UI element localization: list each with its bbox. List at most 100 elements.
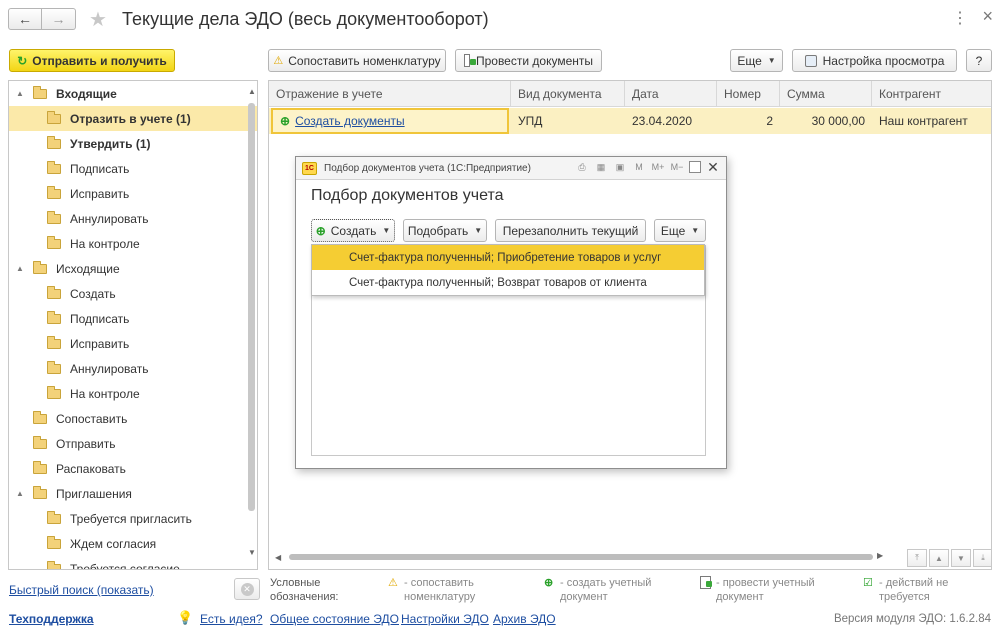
create-button[interactable]: ⊕ Создать ▼ (311, 219, 395, 242)
view-settings-button[interactable]: Настройка просмотра (792, 49, 957, 72)
pick-button[interactable]: Подобрать ▼ (403, 219, 487, 242)
scroll-left-icon[interactable]: ◀ (275, 553, 281, 562)
add-circle-icon: ⊕ (280, 114, 291, 128)
refill-current-button[interactable]: Перезаполнить текущий (495, 219, 646, 242)
column-header[interactable]: Сумма (780, 81, 872, 107)
folder-icon (33, 485, 47, 499)
favorite-star-icon[interactable]: ★ (89, 7, 107, 32)
match-nomenclature-button[interactable]: ⚠ Сопоставить номенклатуру (268, 49, 446, 72)
sidebar-item[interactable]: Сопоставить (9, 406, 257, 431)
support-link[interactable]: Техподдержка (9, 612, 94, 626)
sidebar-item[interactable]: ▲ Исходящие (9, 256, 257, 281)
scroll-down-icon[interactable]: ▼ (248, 548, 256, 557)
settings-icon (804, 54, 817, 67)
memory-icon[interactable]: M (632, 160, 646, 174)
go-up-icon[interactable]: ▲ (929, 549, 949, 567)
legend-item-match: ⚠ - сопоставить номенклатуру (388, 577, 476, 603)
collapse-icon[interactable]: ▲ (13, 264, 27, 273)
folder-icon (33, 460, 47, 474)
quick-search-link[interactable]: Быстрый поиск (показать) (9, 583, 154, 597)
send-receive-button[interactable]: ↻ Отправить и получить (9, 49, 175, 72)
sidebar-item[interactable]: Аннулировать (9, 206, 257, 231)
menu-item-invoice-purchase[interactable]: Счет-фактура полученный; Приобретение то… (312, 245, 704, 270)
post-documents-button[interactable]: Провести документы (455, 49, 602, 72)
sidebar-item-label: Требуется пригласить (70, 511, 192, 526)
sidebar-item[interactable]: Ждем согласия (9, 531, 257, 556)
sidebar-item[interactable]: Аннулировать (9, 356, 257, 381)
folder-icon (47, 285, 61, 299)
module-version: Версия модуля ЭДО: 1.6.2.84 (833, 613, 991, 625)
help-button[interactable]: ? (966, 49, 992, 72)
sidebar-item[interactable]: Исправить (9, 331, 257, 356)
sidebar-item[interactable]: Отразить в учете (1) (9, 106, 257, 131)
cell-action[interactable]: ⊕ Создать документы (271, 108, 509, 134)
clear-search-button[interactable]: ✕ (234, 578, 260, 600)
column-header[interactable]: Вид документа (511, 81, 625, 107)
scroll-up-icon[interactable]: ▲ (248, 87, 256, 96)
back-button[interactable]: ← (8, 8, 42, 30)
legend-item-post: - провести учетный документ (700, 576, 815, 604)
edo-settings-link[interactable]: Настройки ЭДО (401, 612, 489, 626)
cell-doc-type: УПД (518, 114, 543, 128)
maximize-icon[interactable] (689, 161, 701, 173)
sidebar-tree: ▲ Входящие Отразить в учете (1) Утвердить (… (8, 80, 258, 570)
dialog-close-icon[interactable]: ✕ (706, 159, 720, 175)
post-document-icon (464, 54, 476, 67)
memory-minus-icon[interactable]: M− (670, 160, 684, 174)
sidebar-item[interactable]: Подписать (9, 306, 257, 331)
table-hscrollbar[interactable]: ◀ (275, 553, 875, 562)
window-close-icon[interactable]: × (982, 6, 993, 27)
sidebar-item[interactable]: ▲ Приглашения (9, 481, 257, 506)
checked-document-icon: ☑ (863, 577, 873, 589)
sidebar-item-label: Требуется согласие (70, 561, 180, 570)
sidebar-scroll-thumb[interactable] (248, 103, 255, 511)
sidebar-item[interactable]: Подписать (9, 156, 257, 181)
scroll-right-icon[interactable]: ▶ (877, 551, 883, 560)
table-row[interactable]: ⊕ Создать документы УПД 23.04.2020 2 30 … (269, 108, 991, 134)
folder-icon (47, 210, 61, 224)
sidebar-item-label: Подписать (70, 311, 130, 326)
cell-date: 23.04.2020 (632, 114, 693, 128)
more-button[interactable]: Еще ▼ (730, 49, 783, 72)
go-down-icon[interactable]: ▼ (951, 549, 971, 567)
calendar-icon[interactable]: ▣ (613, 160, 627, 174)
sidebar-item[interactable]: На контроле (9, 231, 257, 256)
calculator-icon[interactable]: ▦ (594, 160, 608, 174)
sidebar-item-label: Отправить (56, 436, 116, 451)
sidebar-item[interactable]: На контроле (9, 381, 257, 406)
edo-archive-link[interactable]: Архив ЭДО (493, 612, 556, 626)
memory-plus-icon[interactable]: M+ (651, 160, 665, 174)
column-header[interactable]: Номер (717, 81, 780, 107)
collapse-icon[interactable]: ▲ (13, 489, 27, 498)
sidebar-item[interactable]: Утвердить (1) (9, 131, 257, 156)
general-status-link[interactable]: Общее состояние ЭДО (270, 612, 399, 626)
cell-counterparty: Наш контрагент (879, 114, 968, 128)
folder-icon (33, 260, 47, 274)
sidebar-item[interactable]: Исправить (9, 181, 257, 206)
caret-down-icon: ▼ (382, 226, 391, 235)
idea-link[interactable]: Есть идея? (200, 612, 263, 626)
column-header[interactable]: Контрагент (872, 81, 991, 107)
table-scroll-thumb[interactable] (289, 554, 873, 560)
go-first-icon[interactable]: ⤒ (907, 549, 927, 567)
sidebar-item[interactable]: Требуется пригласить (9, 506, 257, 531)
sidebar-item[interactable]: ▲ Входящие (9, 81, 257, 106)
forward-button[interactable]: → (42, 8, 76, 30)
window-more-icon[interactable]: ⋮ (952, 8, 969, 28)
sidebar-item-label: Создать (70, 286, 116, 301)
collapse-icon[interactable]: ▲ (13, 89, 27, 98)
sidebar-scrollbar[interactable]: ▲ ▼ (248, 87, 256, 557)
sidebar-item[interactable]: Требуется согласие (9, 556, 257, 570)
folder-icon (47, 560, 61, 569)
create-documents-link[interactable]: Создать документы (295, 114, 405, 128)
column-header[interactable]: Отражение в учете (269, 81, 511, 107)
column-header[interactable]: Дата (625, 81, 717, 107)
go-last-icon[interactable]: ⤓ (973, 549, 991, 567)
sidebar-item[interactable]: Отправить (9, 431, 257, 456)
sidebar-item[interactable]: Распаковать (9, 456, 257, 481)
print-icon[interactable]: ⎙ (575, 160, 589, 174)
legend-item-create: ⊕ - создать учетный документ (544, 577, 652, 603)
dialog-more-button[interactable]: Еще ▼ (654, 219, 706, 242)
sidebar-item[interactable]: Создать (9, 281, 257, 306)
menu-item-invoice-return[interactable]: Счет-фактура полученный; Возврат товаров… (312, 270, 704, 295)
